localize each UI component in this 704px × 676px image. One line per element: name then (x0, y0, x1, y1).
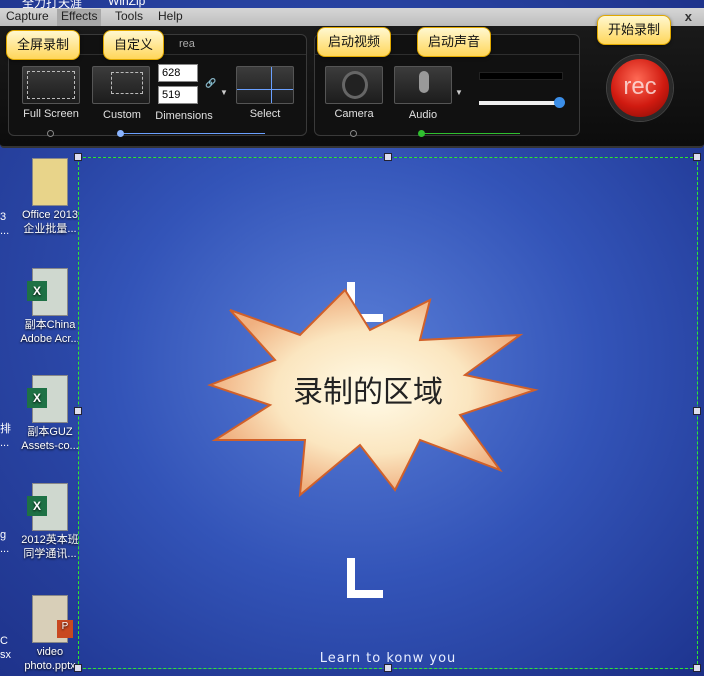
starburst-text: 录制的区域 (293, 375, 443, 410)
starburst-annotation: 录制的区域 (207, 288, 539, 498)
